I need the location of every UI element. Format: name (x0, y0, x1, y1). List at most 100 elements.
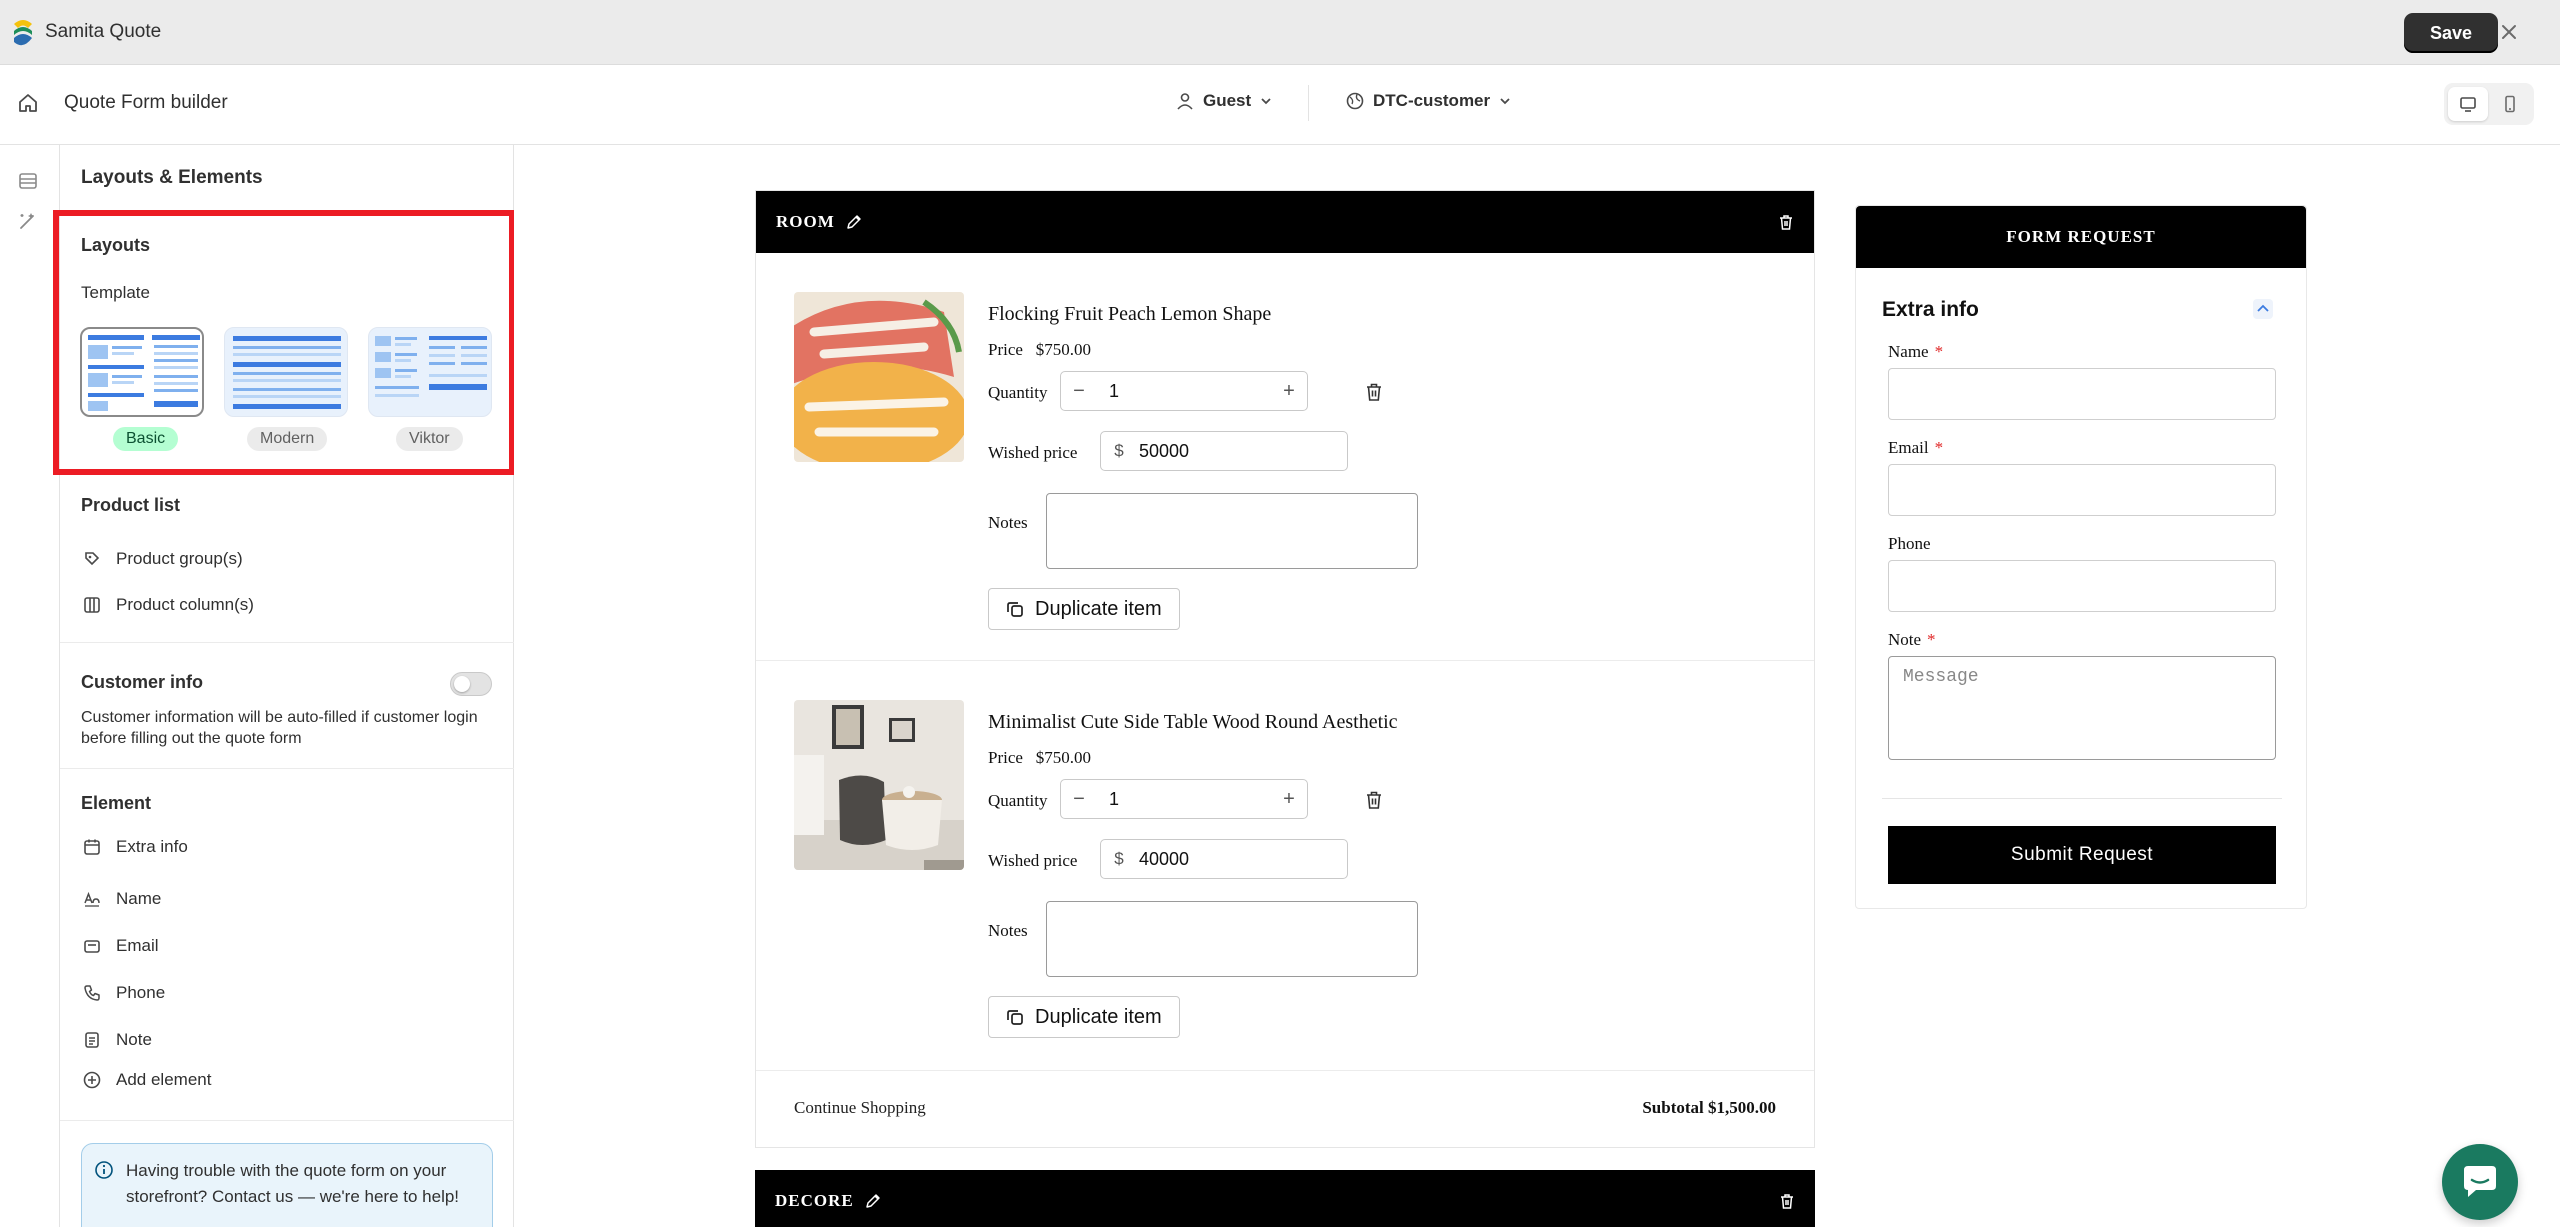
price-label: Price (988, 340, 1023, 359)
globe-icon (1346, 92, 1364, 110)
continue-shopping-link[interactable]: Continue Shopping (794, 1098, 926, 1118)
product-group-icon (85, 552, 100, 566)
template-modern-badge[interactable]: Modern (247, 427, 328, 451)
chevron-down-icon (1261, 98, 1271, 105)
quantity-value[interactable]: 1 (1097, 789, 1271, 810)
product-price: Price $750.00 (988, 748, 1091, 768)
room-group-header: ROOM (756, 191, 1814, 253)
template-viktor-thumbnail[interactable] (368, 327, 492, 417)
duplicate-icon (1007, 1010, 1023, 1025)
name-label-text: Name (1888, 342, 1929, 361)
trash-icon[interactable] (1776, 212, 1796, 232)
element-extra-info[interactable]: Extra info (82, 837, 188, 857)
chevron-down-icon (1500, 98, 1510, 105)
mobile-view-button[interactable] (2490, 87, 2530, 121)
quantity-stepper[interactable]: − 1 + (1060, 779, 1308, 819)
duplicate-item-label: Duplicate item (1035, 1005, 1162, 1028)
duplicate-item-label: Duplicate item (1035, 597, 1162, 620)
section-divider (60, 642, 514, 643)
viktor-layout-preview-icon (375, 336, 487, 397)
page-title: Quote Form builder (64, 92, 228, 113)
element-name[interactable]: Name (82, 889, 161, 909)
note-field-label: Note * (1888, 630, 1936, 650)
trash-icon[interactable] (1363, 789, 1385, 811)
guest-label: Guest (1203, 91, 1252, 110)
name-input[interactable] (1888, 368, 2276, 420)
customer-info-description: Customer information will be auto-filled… (81, 709, 478, 747)
customer-info-title: Customer info (81, 672, 204, 692)
template-basic-badge[interactable]: Basic (113, 427, 179, 451)
desktop-view-button[interactable] (2448, 87, 2488, 121)
text-field-icon (84, 891, 100, 907)
peach-lemon-rug-image (794, 292, 964, 462)
product-name: Flocking Fruit Peach Lemon Shape (988, 303, 1272, 325)
increase-button[interactable]: + (1271, 380, 1307, 403)
design-wand-icon[interactable] (16, 209, 40, 233)
chat-launcher-button[interactable] (2442, 1144, 2518, 1220)
columns-icon (84, 597, 100, 613)
template-viktor-badge[interactable]: Viktor (396, 427, 463, 451)
product-columns-item[interactable]: Product column(s) (82, 595, 254, 615)
chat-icon (2464, 1166, 2496, 1197)
customer-selector[interactable]: DTC-customer (1345, 91, 1512, 111)
email-icon (84, 940, 100, 953)
form-request-header: FORM REQUEST (1856, 206, 2306, 268)
wished-price-input[interactable]: $ 50000 (1100, 431, 1348, 471)
left-rail (0, 145, 60, 1227)
product-image (794, 700, 964, 870)
wished-price-input[interactable]: $ 40000 (1100, 839, 1348, 879)
notes-textarea[interactable] (1046, 901, 1418, 977)
product-columns-label: Product column(s) (116, 595, 254, 614)
decore-group-title: DECORE (775, 1191, 854, 1210)
template-label: Template (81, 283, 150, 302)
element-note-label: Note (116, 1030, 152, 1049)
duplicate-icon (1007, 602, 1023, 617)
template-modern-thumbnail[interactable] (224, 327, 348, 417)
duplicate-item-button[interactable]: Duplicate item (988, 996, 1180, 1038)
note-textarea[interactable]: Message (1888, 656, 2276, 760)
guest-selector[interactable]: Guest (1175, 91, 1273, 111)
save-button[interactable]: Save (2404, 13, 2498, 53)
phone-field-label: Phone (1888, 534, 1937, 554)
quantity-stepper[interactable]: − 1 + (1060, 371, 1308, 411)
phone-input[interactable] (1888, 560, 2276, 612)
note-label-text: Note (1888, 630, 1922, 649)
subtotal: Subtotal $1,500.00 (1642, 1098, 1776, 1117)
element-email[interactable]: Email (82, 936, 159, 956)
layouts-title: Layouts (81, 235, 151, 255)
pencil-icon[interactable] (845, 213, 863, 231)
element-note[interactable]: Note (82, 1030, 152, 1050)
product-list-title: Product list (81, 495, 181, 515)
email-input[interactable] (1888, 464, 2276, 516)
customer-info-toggle[interactable] (450, 672, 492, 696)
increase-button[interactable]: + (1271, 788, 1307, 811)
close-icon[interactable] (2494, 17, 2524, 47)
element-phone[interactable]: Phone (82, 983, 165, 1003)
samita-logo-icon (14, 20, 32, 46)
add-element-button[interactable]: Add element (82, 1070, 211, 1090)
quantity-value[interactable]: 1 (1097, 381, 1271, 402)
form-request-card: FORM REQUEST Extra info Name * Email * Pho… (1855, 205, 2307, 909)
notes-textarea[interactable] (1046, 493, 1418, 569)
product-name: Minimalist Cute Side Table Wood Round Ae… (988, 711, 1398, 733)
product-groups-item[interactable]: Product group(s) (82, 549, 243, 569)
decrease-button[interactable]: − (1061, 380, 1097, 403)
trash-icon[interactable] (1363, 381, 1385, 403)
element-phone-label: Phone (116, 983, 166, 1002)
device-toggle (2444, 83, 2534, 125)
duplicate-item-button[interactable]: Duplicate item (988, 588, 1180, 630)
currency-symbol: $ (1114, 441, 1124, 460)
decrease-button[interactable]: − (1061, 788, 1097, 811)
name-field-label: Name * (1888, 342, 1943, 362)
home-icon[interactable] (16, 91, 40, 115)
room-group-title: ROOM (776, 212, 835, 231)
element-extra-info-label: Extra info (116, 837, 188, 856)
chevron-up-icon[interactable] (2252, 298, 2274, 320)
sections-icon[interactable] (16, 169, 40, 193)
product-groups-label: Product group(s) (116, 549, 243, 568)
trash-icon[interactable] (1777, 1191, 1797, 1211)
submit-request-button[interactable]: Submit Request (1888, 826, 2276, 884)
pencil-icon[interactable] (864, 1192, 882, 1210)
template-basic-thumbnail[interactable] (80, 327, 204, 417)
cart-item: Flocking Fruit Peach Lemon Shape Price $… (756, 253, 1814, 661)
